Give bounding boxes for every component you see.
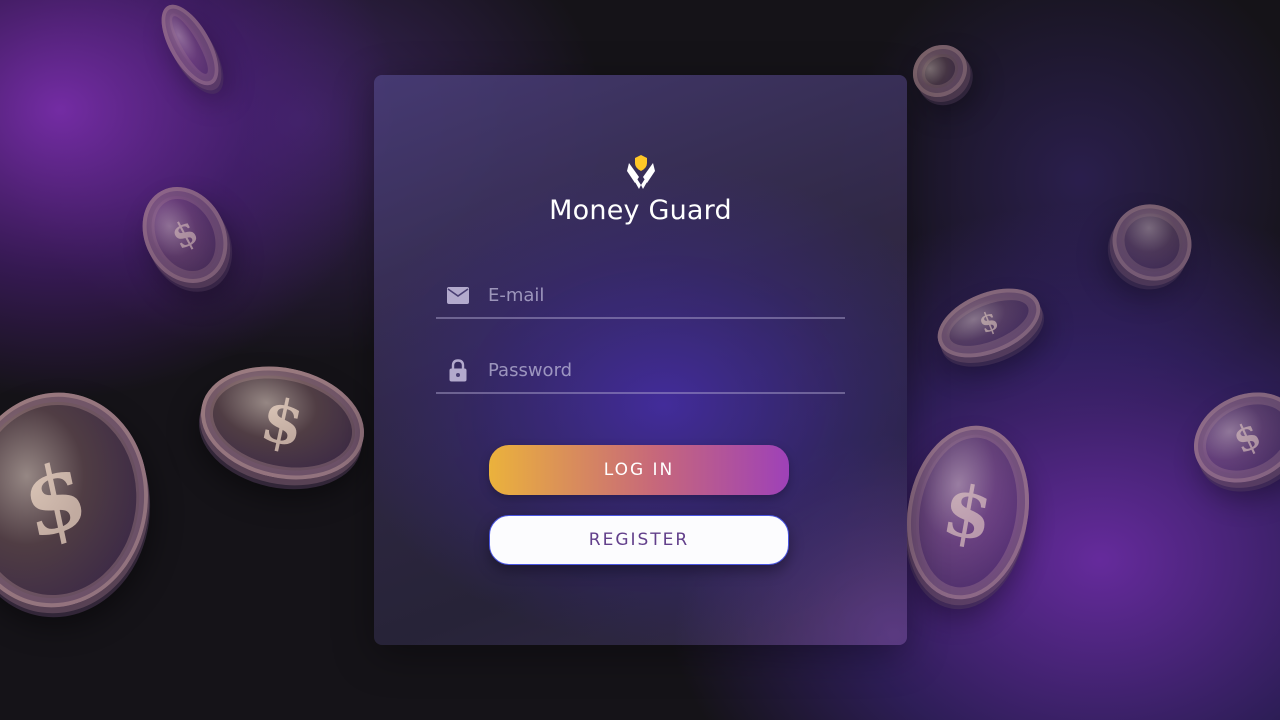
coin-decoration — [902, 34, 978, 108]
coin-decoration: $ — [927, 274, 1051, 372]
email-field — [436, 273, 845, 319]
coin-decoration: $ — [126, 172, 244, 298]
coin-decoration: $ — [1179, 375, 1280, 500]
password-input[interactable] — [488, 359, 845, 381]
coin-decoration: $ — [893, 415, 1043, 610]
coin-decoration — [1099, 190, 1205, 295]
envelope-icon — [446, 283, 470, 307]
password-field — [436, 348, 845, 394]
login-page: $ $ $ $ $ $ Money Guard E-mail LOG IN RE… — [0, 0, 1280, 720]
coin-decoration — [150, 0, 230, 94]
lock-icon — [446, 358, 470, 382]
app-title: Money Guard — [549, 195, 732, 226]
login-card: Money Guard LOG IN REGISTER — [374, 75, 907, 645]
login-button[interactable]: LOG IN — [489, 445, 789, 495]
coin-decoration: $ — [190, 352, 375, 494]
money-guard-logo-icon — [625, 155, 657, 191]
email-input[interactable] — [488, 284, 845, 306]
coin-decoration: $ — [0, 367, 168, 633]
app-logo: Money Guard — [374, 155, 907, 226]
register-button[interactable]: REGISTER — [489, 515, 789, 565]
